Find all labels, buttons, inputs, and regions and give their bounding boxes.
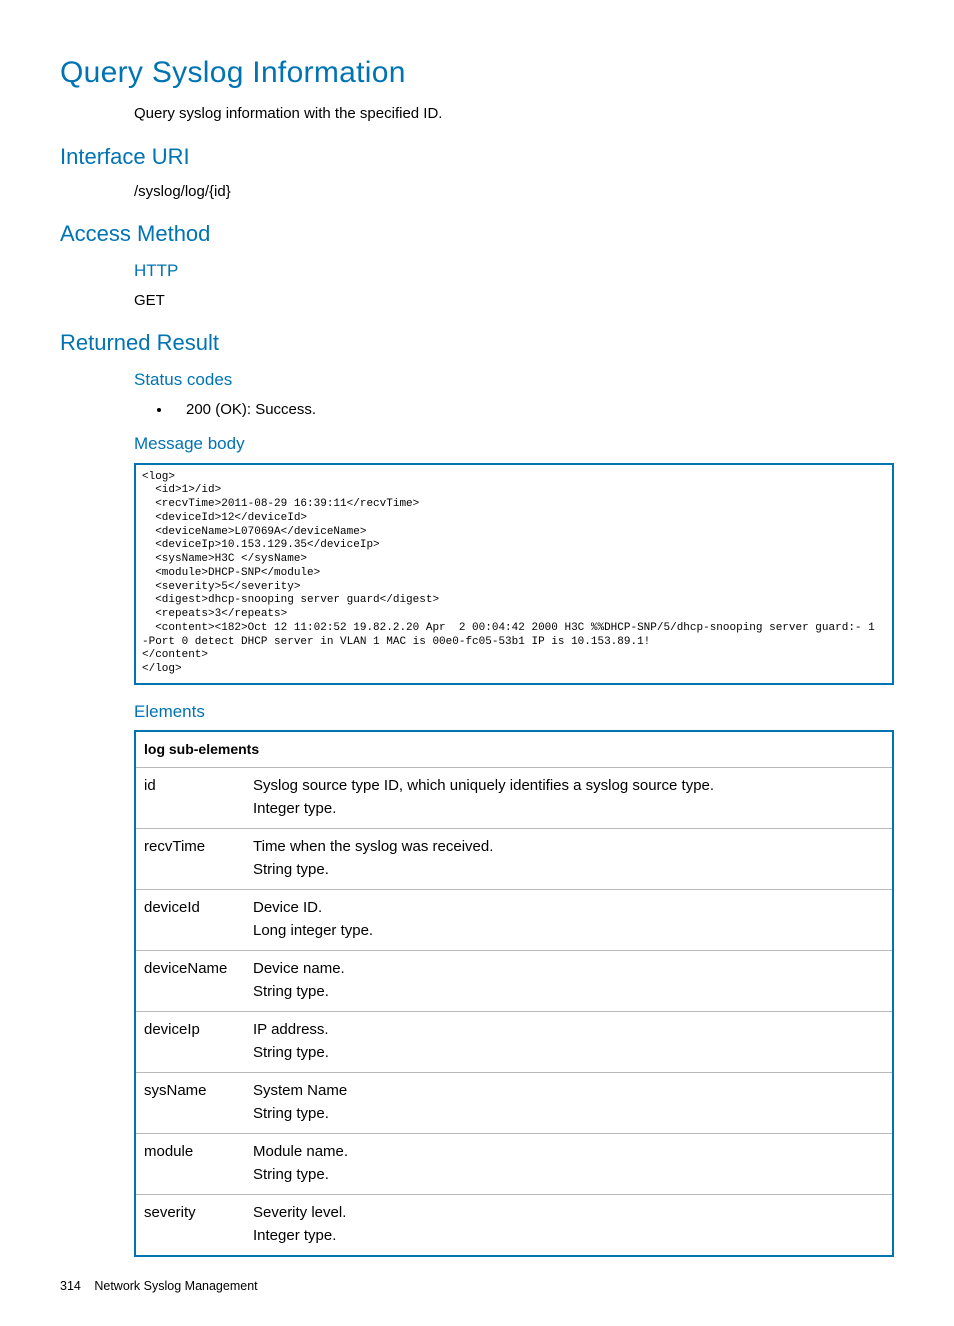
table-row: deviceId Device ID. Long integer type.: [135, 890, 893, 951]
row-name: deviceIp: [135, 1012, 245, 1073]
row-desc-line: Integer type.: [253, 1225, 884, 1248]
row-desc: Severity level. Integer type.: [245, 1195, 893, 1257]
row-desc: IP address. String type.: [245, 1012, 893, 1073]
row-desc-line: Module name.: [253, 1141, 884, 1164]
row-desc-line: String type.: [253, 859, 884, 882]
table-row: module Module name. String type.: [135, 1134, 893, 1195]
table-row: recvTime Time when the syslog was receiv…: [135, 829, 893, 890]
row-desc-line: String type.: [253, 981, 884, 1004]
status-code-item: 200 (OK): Success.: [172, 399, 894, 422]
http-subheading: HTTP: [134, 258, 894, 284]
section-interface-uri: Interface URI: [60, 140, 894, 173]
elements-heading: Elements: [134, 699, 894, 725]
status-codes-heading: Status codes: [134, 367, 894, 393]
row-desc-line: Device ID.: [253, 897, 884, 920]
row-desc-line: System Name: [253, 1080, 884, 1103]
row-desc-line: Long integer type.: [253, 920, 884, 943]
row-name: recvTime: [135, 829, 245, 890]
row-desc-line: Severity level.: [253, 1202, 884, 1225]
message-body-heading: Message body: [134, 431, 894, 457]
chapter-name: Network Syslog Management: [94, 1279, 257, 1293]
row-desc: Device name. String type.: [245, 951, 893, 1012]
row-desc-line: Time when the syslog was received.: [253, 836, 884, 859]
message-body-code: <log> <id>1>/id> <recvTime>2011-08-29 16…: [134, 463, 894, 685]
row-name: deviceId: [135, 890, 245, 951]
table-row: id Syslog source type ID, which uniquely…: [135, 768, 893, 829]
table-row: severity Severity level. Integer type.: [135, 1195, 893, 1257]
elements-table: log sub-elements id Syslog source type I…: [134, 730, 894, 1257]
table-row: deviceName Device name. String type.: [135, 951, 893, 1012]
section-returned-result: Returned Result: [60, 326, 894, 359]
row-desc-line: Integer type.: [253, 798, 884, 821]
row-desc-line: IP address.: [253, 1019, 884, 1042]
row-desc-line: String type.: [253, 1164, 884, 1187]
interface-uri-value: /syslog/log/{id}: [134, 181, 894, 204]
page-number: 314: [60, 1279, 81, 1293]
http-value: GET: [134, 290, 894, 313]
intro-text: Query syslog information with the specif…: [134, 103, 894, 126]
row-desc-line: String type.: [253, 1042, 884, 1065]
row-name: id: [135, 768, 245, 829]
row-name: module: [135, 1134, 245, 1195]
row-desc: System Name String type.: [245, 1073, 893, 1134]
row-desc: Time when the syslog was received. Strin…: [245, 829, 893, 890]
table-header: log sub-elements: [135, 731, 893, 768]
row-desc-line: Syslog source type ID, which uniquely id…: [253, 775, 884, 798]
page-title: Query Syslog Information: [60, 50, 894, 95]
row-desc: Syslog source type ID, which uniquely id…: [245, 768, 893, 829]
page-footer: 314 Network Syslog Management: [60, 1277, 894, 1296]
row-name: deviceName: [135, 951, 245, 1012]
row-desc: Module name. String type.: [245, 1134, 893, 1195]
status-codes-list: 200 (OK): Success.: [172, 399, 894, 422]
row-desc-line: String type.: [253, 1103, 884, 1126]
row-desc-line: Device name.: [253, 958, 884, 981]
section-access-method: Access Method: [60, 217, 894, 250]
row-name: sysName: [135, 1073, 245, 1134]
table-row: deviceIp IP address. String type.: [135, 1012, 893, 1073]
table-row: sysName System Name String type.: [135, 1073, 893, 1134]
row-name: severity: [135, 1195, 245, 1257]
row-desc: Device ID. Long integer type.: [245, 890, 893, 951]
